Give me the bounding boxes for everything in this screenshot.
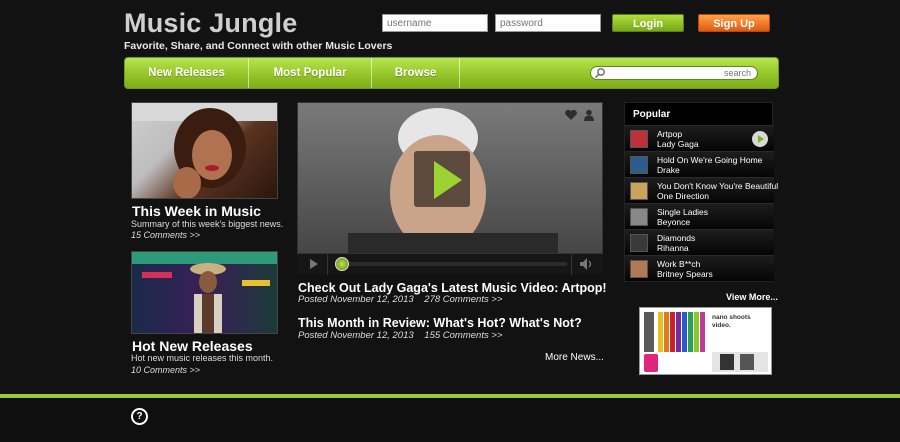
popular-panel: Popular Artpop Lady Gaga Hold On We're G… xyxy=(624,102,778,282)
search-placeholder: search xyxy=(723,68,751,78)
news-meta: Posted November 12, 2013 278 Comments >> xyxy=(298,294,502,305)
popular-item[interactable]: Work B**ch Britney Spears xyxy=(625,255,774,281)
ad-banner[interactable]: nano shoots video. xyxy=(639,307,772,375)
play-icon xyxy=(758,135,764,143)
more-news-link[interactable]: More News... xyxy=(545,352,604,363)
signup-button[interactable]: Sign Up xyxy=(698,14,770,32)
artist-name: Lady Gaga xyxy=(657,139,699,149)
search-icon xyxy=(594,68,605,79)
news-date: Posted November 12, 2013 xyxy=(298,330,414,341)
album-thumbnail xyxy=(630,130,648,148)
volume-icon[interactable] xyxy=(580,258,594,270)
main-nav: New Releases Most Popular Browse search xyxy=(124,57,779,89)
video-controls xyxy=(297,253,603,275)
news-title[interactable]: This Month in Review: What's Hot? What's… xyxy=(298,316,582,330)
song-title: Diamonds xyxy=(657,233,696,243)
seek-handle[interactable] xyxy=(335,257,349,271)
album-thumbnail xyxy=(630,156,648,174)
album-thumbnail xyxy=(630,234,648,252)
site-tagline: Favorite, Share, and Connect with other … xyxy=(124,40,393,52)
hot-releases-desc: Hot new music releases this month. xyxy=(131,353,274,363)
news-comments-link[interactable]: 155 Comments >> xyxy=(424,330,502,341)
popular-item[interactable]: Single Ladies Beyonce xyxy=(625,203,774,229)
login-button[interactable]: Login xyxy=(612,14,684,32)
song-title: Artpop xyxy=(657,129,683,139)
news-meta: Posted November 12, 2013 155 Comments >> xyxy=(298,330,502,341)
video-player[interactable] xyxy=(297,102,603,274)
nav-new-releases[interactable]: New Releases xyxy=(125,58,249,88)
news-date: Posted November 12, 2013 xyxy=(298,294,414,305)
this-week-title[interactable]: This Week in Music xyxy=(132,203,261,219)
user-icon[interactable] xyxy=(583,109,595,121)
nav-most-popular[interactable]: Most Popular xyxy=(249,58,372,88)
play-button[interactable] xyxy=(752,131,768,147)
popular-item[interactable]: Diamonds Rihanna xyxy=(625,229,774,255)
seek-track[interactable] xyxy=(339,262,567,266)
song-title: You Don't Know You're Beautiful xyxy=(657,181,779,191)
control-divider xyxy=(327,254,328,275)
song-title: Work B**ch xyxy=(657,259,701,269)
heart-icon[interactable] xyxy=(564,109,578,121)
artist-name: Beyonce xyxy=(657,217,691,227)
control-divider xyxy=(571,254,572,275)
artist-name: Drake xyxy=(657,165,680,175)
artist-photo-image xyxy=(132,103,277,198)
this-week-comments-link[interactable]: 15 Comments >> xyxy=(131,230,200,240)
news-title[interactable]: Check Out Lady Gaga's Latest Music Video… xyxy=(298,281,607,295)
nav-browse[interactable]: Browse xyxy=(372,58,460,88)
hot-releases-title[interactable]: Hot New Releases xyxy=(132,338,253,354)
album-thumbnail xyxy=(630,260,648,278)
song-title: Hold On We're Going Home xyxy=(657,155,763,165)
artist-photo-image xyxy=(132,252,277,333)
username-input[interactable] xyxy=(382,14,488,32)
popular-item[interactable]: Artpop Lady Gaga xyxy=(625,125,774,151)
site-title: Music Jungle xyxy=(124,8,298,38)
search-input[interactable]: search xyxy=(590,66,758,80)
artist-name: Rihanna xyxy=(657,243,689,253)
ad-text: nano shoots video. xyxy=(712,314,751,329)
this-week-desc: Summary of this week's biggest news. xyxy=(131,219,284,229)
news-comments-link[interactable]: 278 Comments >> xyxy=(424,294,502,305)
popular-item[interactable]: Hold On We're Going Home Drake xyxy=(625,151,774,177)
video-frame-image xyxy=(298,103,602,273)
view-more-link[interactable]: View More... xyxy=(726,292,778,302)
song-title: Single Ladies xyxy=(657,207,709,217)
album-thumbnail xyxy=(630,208,648,226)
this-week-thumbnail[interactable] xyxy=(131,102,278,199)
hot-releases-thumbnail[interactable] xyxy=(131,251,278,334)
hot-releases-comments-link[interactable]: 10 Comments >> xyxy=(131,365,200,375)
popular-heading: Popular xyxy=(633,109,671,120)
password-input[interactable] xyxy=(495,14,601,32)
play-small-icon[interactable] xyxy=(309,259,319,269)
help-icon[interactable]: ? xyxy=(131,408,148,425)
album-thumbnail xyxy=(630,182,648,200)
artist-name: Britney Spears xyxy=(657,269,713,279)
artist-name: One Direction xyxy=(657,191,709,201)
popular-item[interactable]: You Don't Know You're Beautiful One Dire… xyxy=(625,177,778,203)
